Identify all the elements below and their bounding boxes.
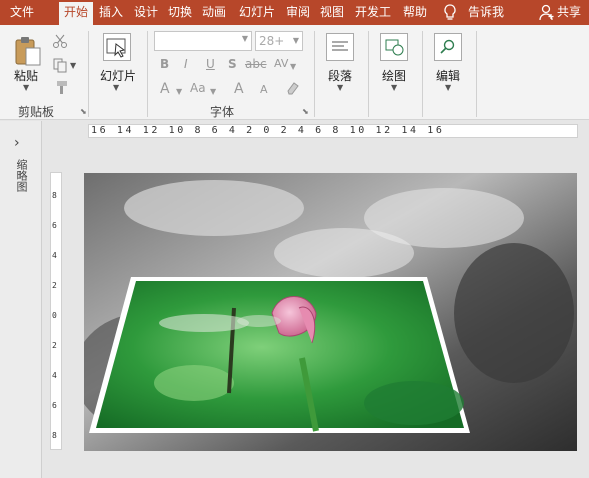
slide-artwork (84, 173, 577, 451)
vruler-label: 8 (52, 191, 57, 200)
chevron-down-icon[interactable]: ▼ (293, 32, 299, 50)
drawing-button[interactable]: 绘图 (382, 67, 406, 84)
vruler-label: 4 (52, 371, 57, 380)
new-slide-icon[interactable] (103, 33, 131, 61)
thumbnail-pane: › 缩略图 (0, 121, 42, 478)
change-case-button[interactable]: Aa (190, 81, 206, 95)
tab-animations[interactable]: 动画 (200, 0, 228, 25)
clear-formatting-icon[interactable] (286, 81, 300, 98)
strikethrough-button[interactable]: abc (245, 57, 267, 71)
chevron-down-icon[interactable]: ▼ (242, 34, 248, 43)
vruler-label: 0 (52, 311, 57, 320)
format-painter-icon[interactable] (52, 80, 68, 99)
bold-button[interactable]: B (160, 57, 169, 71)
tab-file[interactable]: 文件 (0, 0, 44, 25)
font-size-value: 28+ (259, 34, 285, 48)
tab-developer[interactable]: 开发工 (352, 0, 394, 25)
chevron-down-icon[interactable]: ▼ (210, 87, 216, 96)
font-group-label: 字体 (210, 105, 235, 119)
shapes-icon[interactable] (380, 33, 408, 61)
grow-font-button[interactable]: A (234, 81, 244, 97)
vruler-label: 6 (52, 221, 57, 230)
tab-design[interactable]: 设计 (132, 0, 160, 25)
divider (422, 31, 423, 117)
italic-button[interactable]: I (184, 57, 188, 71)
cut-icon[interactable] (52, 33, 68, 52)
chevron-down-icon[interactable]: ▼ (290, 62, 296, 71)
thumbnail-pane-label[interactable]: 缩略图 (13, 159, 29, 192)
divider (476, 31, 477, 117)
vruler-label: 6 (52, 401, 57, 410)
vruler-label: 2 (52, 281, 57, 290)
paste-button[interactable]: 粘贴 (14, 67, 38, 84)
tell-me-search[interactable]: 告诉我 (468, 0, 512, 25)
ribbon: 粘贴 ▼ ▼ 剪贴板 ⬊ 幻灯片 ▼ ▼ 28+ ▼ B I U S abc A… (0, 25, 589, 120)
char-spacing-button[interactable]: AV (274, 57, 288, 70)
drawing-dropdown-icon[interactable]: ▼ (391, 83, 397, 92)
tab-insert[interactable]: 插入 (97, 0, 125, 25)
font-color-button[interactable]: A (160, 81, 170, 97)
vruler-label: 2 (52, 341, 57, 350)
paste-icon[interactable] (12, 35, 44, 70)
text-shadow-button[interactable]: S (228, 57, 237, 71)
font-size-input[interactable]: 28+ ▼ (255, 31, 303, 51)
underline-button[interactable]: U (206, 57, 215, 71)
editing-dropdown-icon[interactable]: ▼ (445, 83, 451, 92)
horizontal-ruler: 16 14 12 10 8 6 4 2 0 2 4 6 8 10 12 14 1… (88, 124, 578, 138)
vruler-label: 8 (52, 431, 57, 440)
share-button[interactable]: 共享 (557, 0, 587, 25)
divider (314, 31, 315, 117)
paste-dropdown-icon[interactable]: ▼ (23, 83, 29, 92)
expand-pane-chevron-icon[interactable]: › (14, 135, 20, 151)
tab-transitions[interactable]: 切换 (166, 0, 194, 25)
clipboard-group-label: 剪贴板 (18, 105, 55, 119)
ribbon-tab-bar: 文件 开始 插入 设计 切换 动画 幻灯片 审阅 视图 开发工 帮助 告诉我 共… (0, 0, 589, 25)
font-launcher-icon[interactable]: ⬊ (302, 107, 309, 116)
new-slide-button[interactable]: 幻灯片 (100, 67, 136, 84)
shrink-font-button[interactable]: A (260, 83, 268, 96)
vruler-label: 4 (52, 251, 57, 260)
lightbulb-icon[interactable] (442, 3, 458, 25)
tab-slideshow[interactable]: 幻灯片 (236, 0, 278, 25)
font-name-input[interactable]: ▼ (154, 31, 252, 51)
divider (147, 31, 148, 117)
paragraph-button[interactable]: 段落 (328, 67, 352, 84)
new-slide-dropdown-icon[interactable]: ▼ (113, 83, 119, 92)
paragraph-dropdown-icon[interactable]: ▼ (337, 83, 343, 92)
paragraph-icon[interactable] (326, 33, 354, 61)
horizontal-ruler-labels: 16 14 12 10 8 6 4 2 0 2 4 6 8 10 12 14 1… (91, 125, 445, 136)
tab-view[interactable]: 视图 (318, 0, 346, 25)
editing-button[interactable]: 编辑 (436, 67, 460, 84)
tab-help[interactable]: 帮助 (401, 0, 429, 25)
find-icon[interactable] (434, 33, 462, 61)
tab-review[interactable]: 审阅 (284, 0, 312, 25)
clipboard-launcher-icon[interactable]: ⬊ (80, 107, 87, 116)
copy-icon[interactable] (52, 57, 68, 76)
user-icon[interactable] (539, 4, 555, 24)
tab-home[interactable]: 开始 (59, 2, 93, 25)
copy-dropdown-icon[interactable]: ▼ (70, 61, 76, 70)
vertical-ruler: 8 6 4 2 0 2 4 6 8 (50, 172, 62, 450)
divider (88, 31, 89, 117)
slide-canvas[interactable] (84, 173, 577, 451)
divider (368, 31, 369, 117)
chevron-down-icon[interactable]: ▼ (176, 87, 182, 96)
